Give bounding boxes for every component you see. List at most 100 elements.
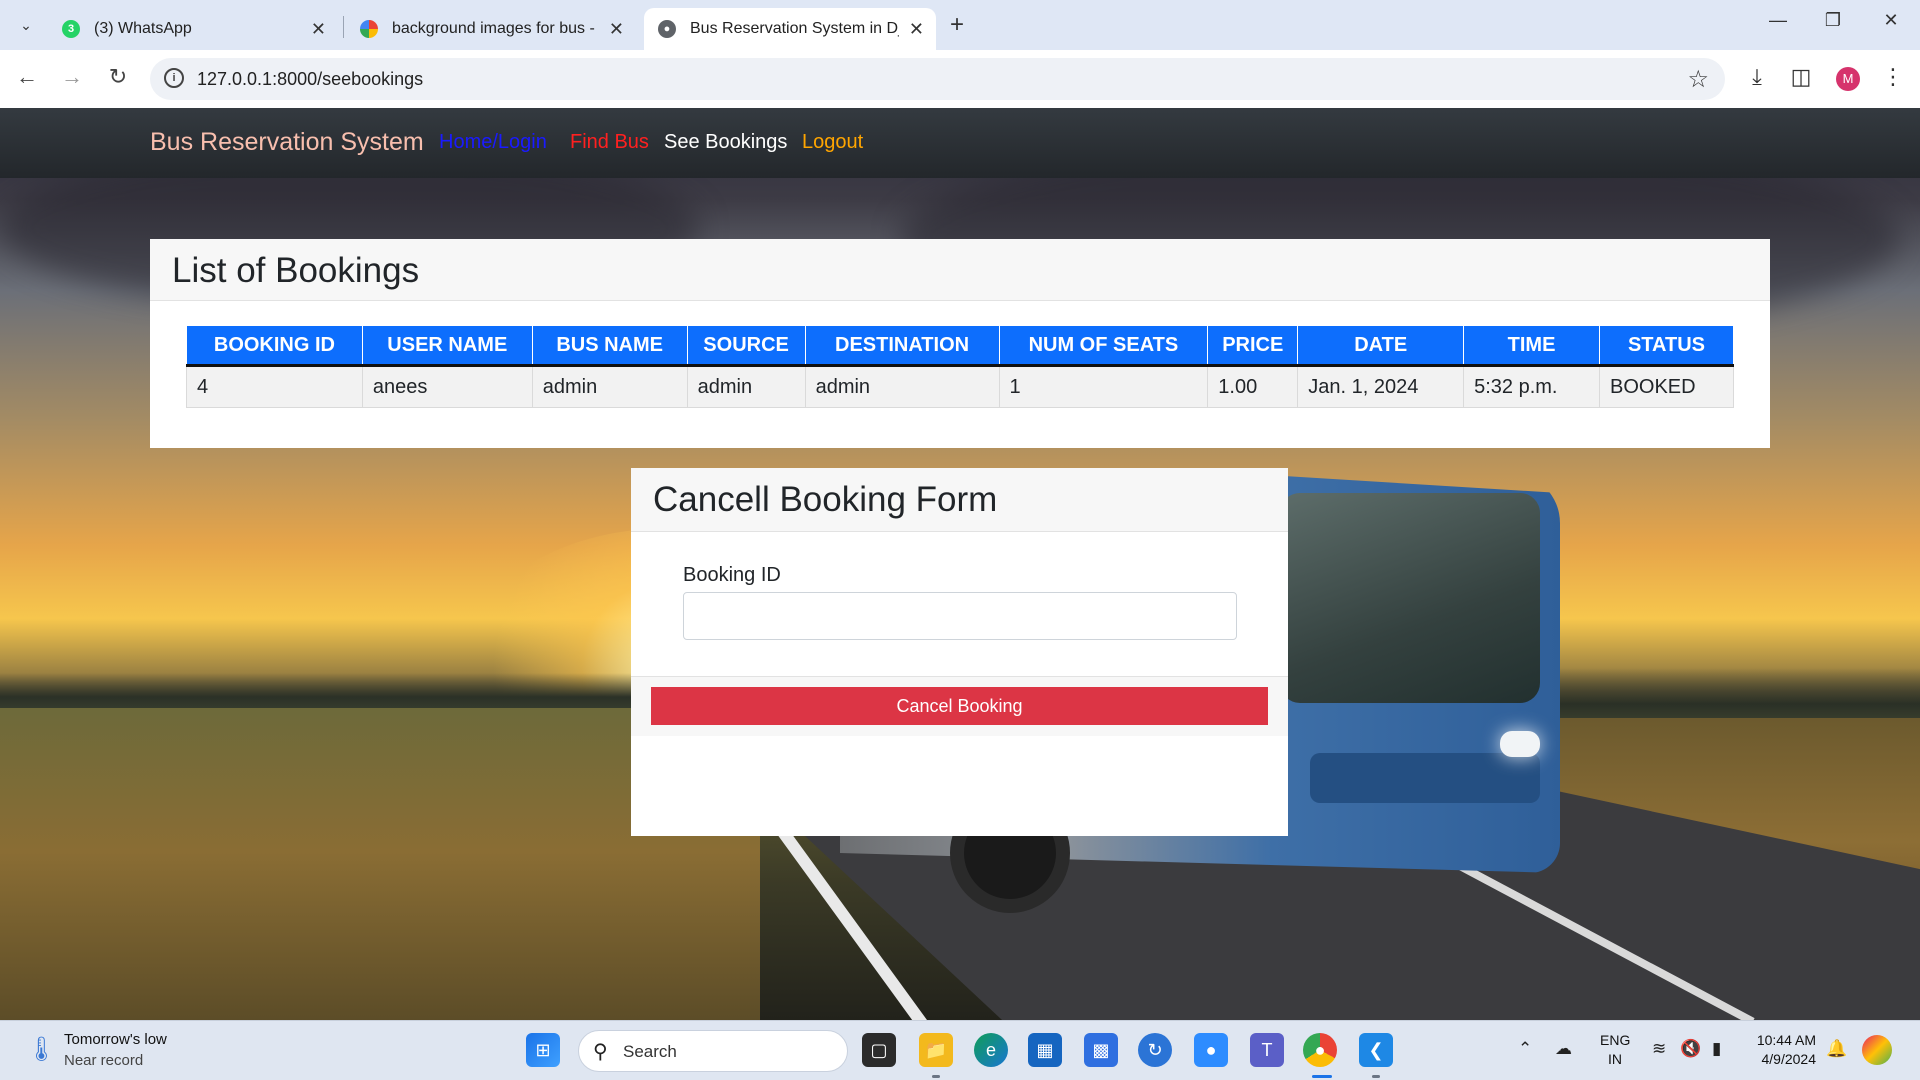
booking-id-input[interactable] [683,592,1237,640]
minimize-icon[interactable]: — [1763,10,1793,31]
menu-kebab-icon[interactable]: ⋮ [1878,64,1908,90]
column-header: BOOKING ID [186,325,363,367]
weather-headline[interactable]: Tomorrow's low [64,1031,167,1048]
back-icon[interactable]: ← [12,64,42,90]
tab-bus-reservation[interactable]: ● Bus Reservation System in Djan ✕ [644,8,936,50]
bookings-table: BOOKING ID USER NAME BUS NAME SOURCE DESTINA… [186,325,1735,408]
bookmark-star-icon[interactable]: ☆ [1687,65,1709,94]
sync-app-icon[interactable]: ↻ [1138,1033,1172,1067]
notification-bell-icon[interactable]: 🔔 [1826,1039,1847,1059]
running-indicator [932,1075,940,1078]
chevron-up-icon[interactable]: ⌃ [1518,1039,1532,1059]
running-indicator [1372,1075,1380,1078]
card-header: List of Bookings [150,239,1770,301]
site-brand[interactable]: Bus Reservation System [150,128,424,157]
close-tab-icon[interactable]: ✕ [609,19,624,40]
bus-headlight [1500,731,1540,757]
table-cell: 4 [186,365,363,408]
bus-windshield [1280,493,1540,703]
taskbar-search[interactable]: ⚲ Search [578,1030,848,1072]
file-explorer-icon[interactable]: 📁 [919,1033,953,1067]
table-cell: BOOKED [1598,365,1735,408]
table-cell: 1 [998,365,1209,408]
background-treeline [0,673,720,713]
windows-start-icon[interactable]: ⊞ [526,1033,560,1067]
os-taskbar: 🌡 Tomorrow's low Near record ⊞ ⚲ Search … [0,1020,1920,1080]
whatsapp-icon: 3 [62,20,80,38]
search-icon: ⚲ [593,1041,608,1063]
restore-icon[interactable]: ❐ [1818,10,1848,31]
window-close-icon[interactable]: ✕ [1876,10,1906,31]
nav-logout[interactable]: Logout [802,131,863,154]
column-header: PRICE [1207,325,1299,367]
zoom-icon[interactable]: ● [1194,1033,1228,1067]
column-header: TIME [1463,325,1600,367]
site-navbar: Bus Reservation System Home/Login Find B… [0,108,1920,178]
bookings-card: List of Bookings BOOKING ID USER NAME BUS … [150,239,1770,448]
table-cell: 1.00 [1207,365,1299,408]
edge-icon[interactable]: e [974,1033,1008,1067]
tab-search-icon[interactable]: ⌄ [12,11,40,39]
tab-title: background images for bus - G [392,20,599,37]
cancel-booking-card: Cancell Booking Form Booking ID Cancel B… [631,468,1288,836]
card-footer: Cancel Booking [631,676,1288,736]
globe-icon: ● [658,20,676,38]
active-indicator [1312,1075,1332,1078]
tab-google-search[interactable]: background images for bus - G ✕ [346,8,636,50]
column-header: NUM OF SEATS [998,325,1209,367]
page-viewport: Bus Reservation System Home/Login Find B… [0,108,1920,1020]
app-icon[interactable]: ▩ [1084,1033,1118,1067]
region-code[interactable]: IN [1600,1051,1630,1067]
column-header: STATUS [1598,325,1735,367]
reload-icon[interactable]: ↻ [103,64,133,90]
cancel-form-title: Cancell Booking Form [653,480,998,519]
table-cell: admin [531,365,688,408]
bus-grille [1310,753,1540,803]
table-body: 4 anees admin admin admin 1 1.00 Jan. 1, 2024 5:… [186,365,1735,408]
clock-date[interactable]: 4/9/2024 [1744,1051,1817,1067]
clock-time[interactable]: 10:44 AM [1744,1032,1816,1048]
battery-icon[interactable]: ▮ [1712,1039,1721,1059]
table-header-row: BOOKING ID USER NAME BUS NAME SOURCE DESTINA… [186,325,1735,367]
nav-home-login[interactable]: Home/Login [439,131,547,154]
tab-whatsapp[interactable]: 3 (3) WhatsApp ✕ [48,8,338,50]
speaker-muted-icon[interactable]: 🔇 [1680,1039,1701,1059]
browser-tab-bar: ⌄ 3 (3) WhatsApp ✕ background images for… [0,0,1920,50]
download-icon[interactable]: ⤓ [1742,64,1772,90]
new-tab-icon[interactable]: + [950,11,964,39]
weather-subline[interactable]: Near record [64,1052,143,1069]
booking-id-label: Booking ID [683,564,781,586]
language-code[interactable]: ENG [1600,1032,1630,1048]
wifi-icon[interactable]: ≋ [1652,1039,1666,1059]
task-view-icon[interactable]: ▢ [862,1033,896,1067]
google-icon [360,20,378,38]
tab-title: (3) WhatsApp [94,20,192,37]
copilot-icon[interactable] [1862,1035,1892,1065]
forward-icon[interactable]: → [57,64,87,90]
table-cell: Jan. 1, 2024 [1297,365,1465,408]
close-tab-icon[interactable]: ✕ [311,19,326,40]
profile-avatar[interactable]: M [1836,67,1860,91]
tab-title: Bus Reservation System in Djan [690,20,899,37]
thermometer-icon[interactable]: 🌡 [26,1035,56,1064]
close-tab-icon[interactable]: ✕ [909,19,924,40]
column-header: USER NAME [361,325,533,367]
table-cell: admin [804,365,1000,408]
column-header: DESTINATION [804,325,1000,367]
nav-see-bookings[interactable]: See Bookings [664,131,787,154]
tab-divider [343,16,344,38]
cancel-booking-button[interactable]: Cancel Booking [651,687,1268,725]
side-panel-icon[interactable]: ◫ [1786,64,1816,90]
bookings-title: List of Bookings [172,251,420,290]
store-icon[interactable]: ▦ [1028,1033,1062,1067]
url-text[interactable]: 127.0.0.1:8000/seebookings [197,69,423,90]
site-info-icon[interactable]: i [164,68,184,88]
chrome-icon[interactable]: ● [1303,1033,1337,1067]
cloud-sync-icon[interactable]: ☁ [1555,1039,1572,1059]
card-header: Cancell Booking Form [631,468,1288,532]
address-bar[interactable]: i 127.0.0.1:8000/seebookings ☆ [150,58,1725,100]
teams-icon[interactable]: T [1250,1033,1284,1067]
browser-toolbar: ← → ↻ i 127.0.0.1:8000/seebookings ☆ ⤓ ◫… [0,50,1920,108]
nav-find-bus[interactable]: Find Bus [570,131,649,154]
vscode-icon[interactable]: ❮ [1359,1033,1393,1067]
